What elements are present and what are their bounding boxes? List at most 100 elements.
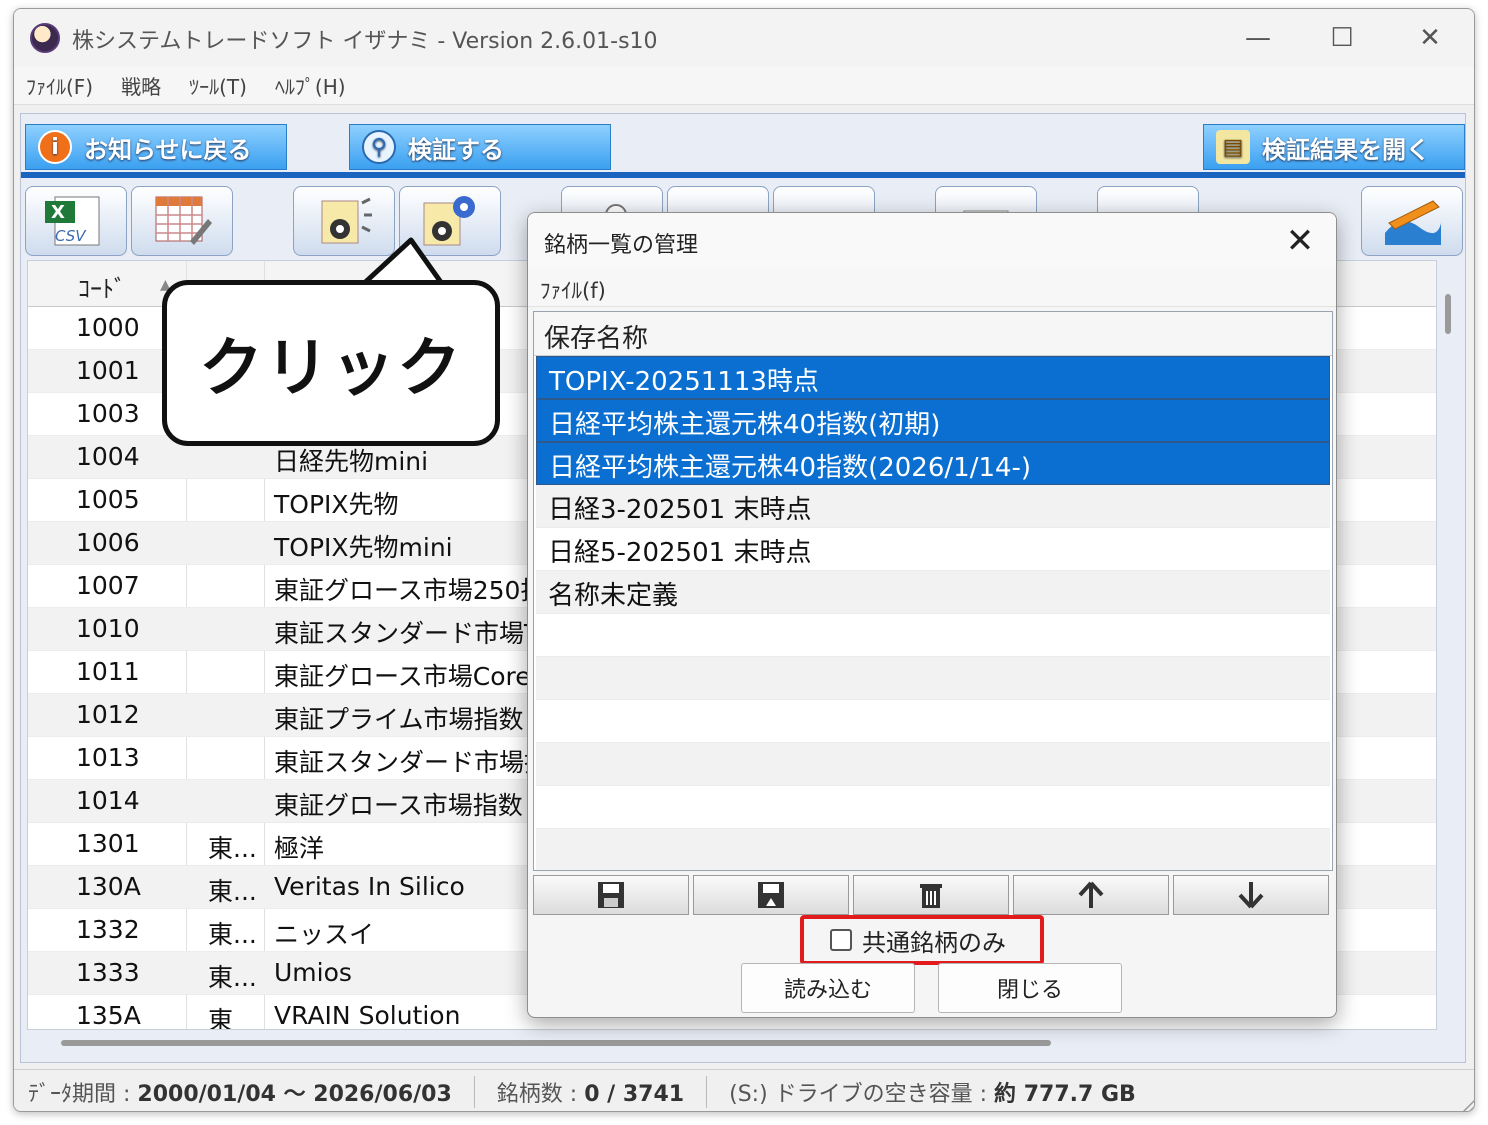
load-button[interactable]: 読み込む (741, 963, 915, 1013)
tab-results-label: 検証結果を開く (1262, 135, 1430, 164)
close-dialog-button[interactable]: 閉じる (938, 963, 1122, 1013)
saved-list-item-label: 日経3-202501 末時点 (548, 495, 812, 525)
grid-cell-code: 1000 (76, 313, 140, 342)
resize-grip-icon[interactable] (1456, 1091, 1475, 1112)
grid-cell-code: 1013 (76, 743, 140, 772)
grid-cell-name: 東証グロース市場指数 (274, 791, 523, 820)
delete-button[interactable] (853, 875, 1009, 915)
grid-cell-market: 東... (208, 834, 257, 863)
common-stocks-only-checkbox[interactable]: 共通銘柄のみ (800, 915, 1044, 965)
saved-list-item-label: 日経平均株主還元株40指数(初期) (549, 410, 941, 440)
stock-list-manager-dialog: 銘柄一覧の管理 ✕ ﾌｧｲﾙ(f) 保存名称 TOPIX-20251113時点日… (527, 212, 1337, 1018)
dialog-menu-bar: ﾌｧｲﾙ(f) (528, 267, 1336, 307)
maximize-button[interactable]: ☐ (1312, 19, 1372, 57)
callout-text: クリック (199, 332, 463, 406)
status-stock-count: 銘柄数 : 0 / 3741 (497, 1075, 708, 1108)
grid-cell-name: TOPIX先物 (274, 490, 399, 519)
saved-list: 保存名称 TOPIX-20251113時点日経平均株主還元株40指数(初期) 日経… (533, 311, 1333, 871)
grid-cell-market: 東... (208, 920, 257, 949)
saved-list-item-label: TOPIX-20251113時点 (549, 367, 819, 397)
app-root: 株システムトレードソフト イザナミ - Version 2.6.01-s10 —… (0, 0, 1488, 1125)
saved-list-empty-row (536, 700, 1330, 743)
grid-cell-name: Umios (274, 958, 352, 987)
svg-text:X: X (51, 202, 65, 223)
saved-list-item[interactable]: 日経3-202501 末時点 (536, 485, 1330, 528)
saved-list-empty-row (536, 657, 1330, 700)
saved-list-empty-row (536, 829, 1330, 870)
grid-cell-code: 1333 (76, 958, 140, 987)
magnifier-icon: ⚲ (362, 130, 396, 164)
tab-back-to-news[interactable]: i お知らせに戻る (25, 124, 287, 170)
save-disk-icon (598, 882, 624, 908)
svg-text:CSV: CSV (55, 227, 87, 245)
grid-cell-code: 1332 (76, 915, 140, 944)
grid-header-code[interactable]: ｺｰﾄﾞ (78, 269, 126, 304)
grid-cell-code: 135A (76, 1001, 141, 1030)
dialog-title: 銘柄一覧の管理 (544, 233, 699, 258)
grid-cell-name: VRAIN Solution (274, 1001, 461, 1030)
status-data-period: ﾃﾞｰﾀ期間 : 2000/01/04 ～ 2026/06/03 (28, 1075, 475, 1108)
grid-cell-market: 東... (208, 963, 257, 992)
move-down-button[interactable] (1173, 875, 1329, 915)
saved-list-header: 保存名称 (534, 312, 1332, 356)
menu-tools[interactable]: ﾂｰﾙ(T) (189, 71, 247, 100)
app-icon (30, 23, 60, 53)
dialog-close-icon[interactable]: ✕ (1280, 221, 1320, 261)
grid-cell-code: 1010 (76, 614, 140, 643)
saved-list-item-label: 日経平均株主還元株40指数(2026/1/14-) (549, 453, 1032, 483)
surfboard-wave-icon (1385, 200, 1441, 245)
saved-list-item[interactable]: 日経平均株主還元株40指数(2026/1/14-) (536, 442, 1330, 485)
grid-cell-name: 東証グロース市場250指 (274, 576, 546, 605)
grid-cell-name: 東証スタンダード市場T (274, 619, 540, 648)
menu-strategy[interactable]: 戦略 (121, 71, 161, 100)
csv-export-button[interactable]: X CSV (25, 186, 127, 256)
grid-cell-code: 1005 (76, 485, 140, 514)
grid-cell-name: 日経先物mini (274, 447, 429, 476)
saved-list-item[interactable]: 日経5-202501 末時点 (536, 528, 1330, 571)
saved-list-empty-row (536, 786, 1330, 829)
list-action-bar (533, 875, 1333, 915)
grid-cell-market: 東 (208, 1006, 234, 1030)
saved-list-header-name[interactable]: 保存名称 (544, 318, 648, 355)
grid-horizontal-scrollbar[interactable] (61, 1040, 1051, 1046)
saved-list-item[interactable]: 日経平均株主還元株40指数(初期) (536, 399, 1330, 442)
grid-cell-code: 1004 (76, 442, 140, 471)
save-as-button[interactable] (693, 875, 849, 915)
grid-cell-name: Veritas In Silico (274, 872, 465, 901)
status-bar: ﾃﾞｰﾀ期間 : 2000/01/04 ～ 2026/06/03 銘柄数 : 0… (14, 1069, 1474, 1111)
grid-cell-name: 極洋 (274, 834, 325, 863)
table-edit-button[interactable] (131, 186, 233, 256)
menu-file[interactable]: ﾌｧｲﾙ(F) (26, 71, 93, 100)
surf-button[interactable] (1361, 186, 1463, 256)
grid-cell-code: 1014 (76, 786, 140, 815)
save-as-icon (758, 882, 784, 908)
saved-list-item[interactable]: TOPIX-20251113時点 (536, 356, 1330, 399)
grid-cell-market: 東... (208, 877, 257, 906)
menu-help[interactable]: ﾍﾙﾌﾟ(H) (275, 71, 346, 100)
saved-list-item[interactable]: 名称未定義 (536, 571, 1330, 614)
tab-open-results[interactable]: ▤ 検証結果を開く (1203, 124, 1465, 170)
checkbox-box[interactable] (830, 929, 852, 951)
tab-verify-label: 検証する (408, 135, 504, 164)
minimize-button[interactable]: — (1228, 19, 1288, 57)
grid-vertical-scrollbar[interactable] (1445, 294, 1451, 334)
dialog-menu-file[interactable]: ﾌｧｲﾙ(f) (540, 275, 606, 305)
grid-cell-code: 1001 (76, 356, 140, 385)
saved-list-empty-row (536, 743, 1330, 786)
grid-cell-code: 1012 (76, 700, 140, 729)
close-button[interactable]: ✕ (1400, 19, 1460, 57)
tab-verify[interactable]: ⚲ 検証する (349, 124, 611, 170)
grid-cell-code: 1011 (76, 657, 140, 686)
results-icon: ▤ (1216, 130, 1250, 164)
arrow-down-icon (1238, 882, 1264, 909)
title-bar: 株システムトレードソフト イザナミ - Version 2.6.01-s10 —… (14, 9, 1474, 67)
grid-cell-code: 1007 (76, 571, 140, 600)
dialog-title-bar: 銘柄一覧の管理 ✕ (528, 213, 1336, 267)
move-up-button[interactable] (1013, 875, 1169, 915)
save-button[interactable] (533, 875, 689, 915)
grid-cell-name: TOPIX先物mini (274, 533, 453, 562)
grid-cell-name: 東証スタンダード市場指 (274, 748, 550, 777)
saved-list-empty-row (536, 614, 1330, 657)
saved-list-item-label: 日経5-202501 末時点 (548, 538, 812, 568)
grid-cell-code: 130A (76, 872, 141, 901)
